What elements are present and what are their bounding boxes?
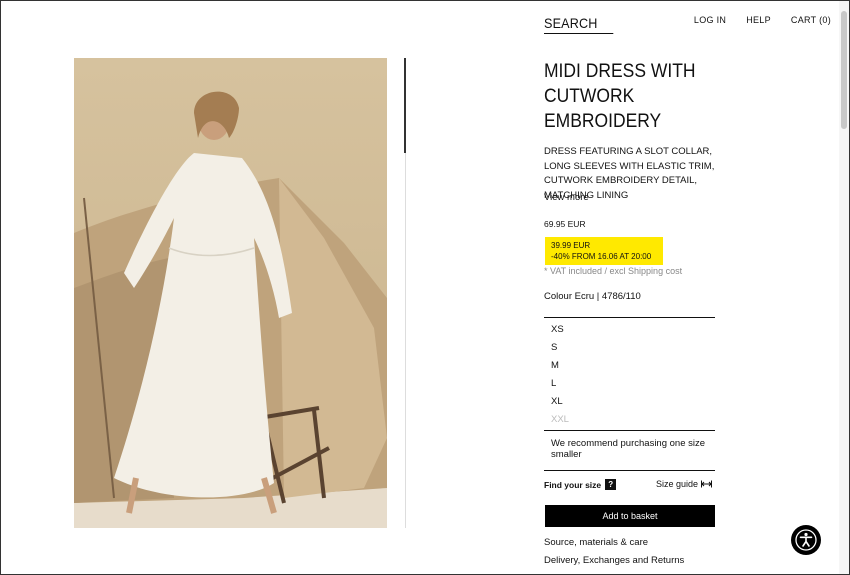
page-scrollbar[interactable]: [839, 1, 849, 574]
source-materials-care-link[interactable]: Source, materials & care: [544, 537, 648, 548]
accessibility-button[interactable]: [791, 525, 821, 555]
size-guide-label: Size guide: [656, 479, 699, 489]
product-title: MIDI DRESS WITH CUTWORK EMBROIDERY: [544, 61, 696, 132]
cart-link[interactable]: CART (0): [791, 15, 831, 25]
size-recommendation: We recommend purchasing one size smaller: [544, 438, 715, 471]
help-question-icon[interactable]: ?: [605, 479, 617, 490]
size-option[interactable]: XS: [544, 321, 715, 339]
size-option[interactable]: XL: [544, 393, 715, 411]
view-more-link[interactable]: View more: [544, 192, 589, 203]
sale-price-box: 39.99 EUR -40% FROM 16.06 AT 20:00: [545, 237, 663, 265]
login-link[interactable]: LOG IN: [694, 15, 726, 25]
size-option[interactable]: S: [544, 339, 715, 357]
colour-info: Colour Ecru | 4786/110: [544, 291, 641, 302]
size-option-unavailable: XXL: [551, 414, 569, 425]
size-guide-link[interactable]: Size guide: [656, 479, 713, 489]
top-navigation: LOG IN HELP CART (0): [694, 15, 831, 25]
search-link[interactable]: SEARCH: [544, 15, 614, 34]
page-scrollbar-thumb[interactable]: [841, 11, 847, 129]
size-option[interactable]: L: [544, 375, 715, 393]
size-option[interactable]: M: [544, 357, 715, 375]
image-scroll-indicator[interactable]: [404, 58, 406, 528]
delivery-returns-link[interactable]: Delivery, Exchanges and Returns: [544, 555, 684, 566]
add-to-basket-button[interactable]: Add to basket: [545, 505, 715, 527]
old-price: 69.95 EUR: [544, 219, 586, 229]
product-image[interactable]: [74, 58, 387, 528]
image-scroll-thumb[interactable]: [404, 58, 406, 153]
sale-note: -40% FROM 16.06 AT 20:00: [551, 252, 652, 261]
ruler-icon: [701, 480, 713, 488]
find-your-size-label: Find your size: [544, 479, 602, 490]
find-your-size-link[interactable]: Find your size ?: [544, 479, 617, 490]
accessibility-icon: [795, 529, 817, 551]
product-photo-illustration: [74, 58, 387, 528]
sale-price: 39.99 EUR: [551, 241, 591, 250]
vat-note: * VAT included / excl Shipping cost: [544, 266, 683, 276]
size-selector: XS S M L XL XXL: [544, 317, 715, 431]
help-link[interactable]: HELP: [746, 15, 771, 25]
